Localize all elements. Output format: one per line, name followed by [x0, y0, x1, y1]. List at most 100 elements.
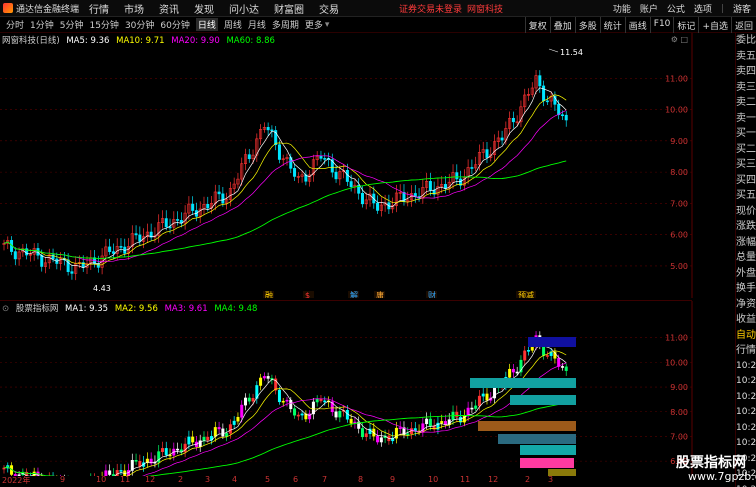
period-monthly[interactable]: 月线	[248, 18, 266, 31]
period-more[interactable]: 更多	[305, 18, 323, 31]
candle-body	[538, 75, 542, 87]
menu-item-news[interactable]: 资讯	[159, 1, 179, 16]
more-chevron-icon[interactable]: ▾	[325, 20, 330, 30]
quote-label[interactable]: 行情	[736, 343, 756, 359]
candle-body	[428, 181, 432, 191]
formula-menu[interactable]: 公式	[667, 2, 685, 15]
kline-panel[interactable]: 11.00 10.00 9.00 8.00 7.00 6.00 5.00 11.54 4.43 融…	[0, 33, 693, 300]
candle-body	[398, 427, 402, 430]
event-marker[interactable]: 融	[265, 290, 273, 300]
tick-time: 10:27	[736, 360, 756, 371]
quote-row-label: 卖五	[736, 50, 756, 62]
date-tick: 6	[293, 475, 299, 484]
quote-row-label: 卖四	[736, 66, 756, 77]
date-tick: 9	[60, 475, 66, 484]
date-tick: 2	[525, 475, 531, 484]
candle-body	[40, 254, 44, 267]
moving-average-line	[3, 110, 567, 262]
candle-body	[455, 172, 459, 180]
price-axis-label: 8.00	[670, 168, 688, 177]
tick-time: 10:27	[736, 422, 756, 433]
login-warning[interactable]: 证券交易未登录	[399, 2, 462, 15]
chip-distribution-bar	[470, 378, 576, 388]
guest-user[interactable]: 游客	[733, 2, 751, 15]
stats-button[interactable]: 统计	[599, 17, 625, 33]
menu-item-market[interactable]: 市场	[124, 1, 144, 16]
candle-body	[300, 413, 304, 416]
event-marker[interactable]: $	[305, 291, 310, 300]
mark-button[interactable]: 标记	[673, 17, 698, 33]
candle-body	[138, 460, 142, 467]
ind-ma1-label: MA1: 9.35	[65, 304, 109, 314]
back-button[interactable]: 返回	[730, 17, 756, 33]
add-watchlist-button[interactable]: +自选	[698, 17, 731, 33]
candle-body	[319, 155, 323, 159]
overlay-button[interactable]: 叠加	[549, 17, 575, 33]
price-axis-label: 7.00	[670, 199, 688, 208]
candle-body	[176, 219, 180, 221]
candle-body	[315, 398, 319, 403]
candle-body	[443, 421, 447, 425]
candle-body	[217, 191, 221, 195]
candle-body	[164, 448, 168, 456]
quote-row-label: 买一	[736, 128, 756, 139]
candle-body	[266, 127, 270, 131]
period-multi[interactable]: 多周期	[272, 18, 299, 31]
function-menu[interactable]: 功能	[613, 2, 631, 15]
f10-button[interactable]: F10	[649, 17, 674, 33]
main-chart-title: 网窗科技(日线)	[2, 36, 60, 46]
candle-body	[564, 366, 568, 371]
settings-gear-icon[interactable]: ⚙	[671, 35, 678, 44]
quote-row-label: 买二	[736, 143, 756, 155]
period-5min[interactable]: 5分钟	[60, 18, 84, 31]
candle-body	[323, 158, 327, 160]
close-indicator-icon[interactable]: ⊙	[2, 304, 9, 314]
date-tick: 7	[322, 475, 328, 484]
menu-item-wealth[interactable]: 财富圈	[274, 1, 304, 16]
menu-item-ask[interactable]: 问小达	[229, 1, 259, 16]
account-menu[interactable]: 账户	[640, 2, 658, 15]
multi-stock-button[interactable]: 多股	[574, 17, 600, 33]
adjust-button[interactable]: 复权	[524, 17, 550, 33]
date-tick: 9	[390, 475, 396, 484]
period-daily[interactable]: 日线	[195, 18, 218, 31]
indicator-chart[interactable]: 11.0010.009.008.007.006.00	[0, 301, 735, 487]
menu-item-discover[interactable]: 发现	[194, 1, 214, 16]
quote-column: 委比 卖五 卖四 卖三 卖二 卖一 买一 买二 买三 买四 买五 现价 涨跌 涨幅 总量 外盘 换手 净资 收益 自…	[735, 33, 756, 487]
auto-label[interactable]: 自动	[736, 328, 756, 344]
options-menu[interactable]: 选项	[694, 2, 712, 15]
period-30min[interactable]: 30分钟	[125, 18, 154, 31]
kline-chart[interactable]: 11.00 10.00 9.00 8.00 7.00 6.00 5.00 11.54 4.43 融…	[0, 33, 735, 300]
candle-body	[349, 418, 353, 424]
date-tick: 2	[178, 475, 184, 484]
maximize-icon[interactable]: □	[680, 35, 688, 44]
chip-distribution-bar	[498, 434, 576, 444]
candle-body	[557, 357, 561, 367]
brand-link[interactable]: 网窗科技	[467, 2, 503, 15]
event-marker[interactable]: 预减	[518, 290, 534, 300]
high-price-annotation: 11.54	[560, 48, 583, 57]
tick-time: 10:27	[736, 483, 756, 487]
candle-body	[481, 393, 485, 397]
period-timeshare[interactable]: 分时	[6, 18, 24, 31]
event-marker[interactable]: 财	[428, 290, 436, 300]
ma10-label: MA10: 9.71	[116, 36, 165, 46]
event-marker[interactable]: 庸	[376, 290, 384, 300]
price-axis-label: 10.00	[665, 106, 688, 115]
period-1min[interactable]: 1分钟	[30, 18, 54, 31]
price-axis-label: 7.00	[670, 432, 688, 441]
menu-item-quotes[interactable]: 行情	[89, 1, 109, 16]
draw-line-button[interactable]: 画线	[624, 17, 650, 33]
date-tick: 12	[488, 475, 499, 484]
candle-body	[470, 167, 474, 169]
candle-body	[319, 398, 323, 402]
period-15min[interactable]: 15分钟	[89, 18, 118, 31]
candle-body	[111, 251, 115, 254]
event-marker[interactable]: 解	[350, 290, 358, 300]
main-legend: 网窗科技(日线) MA5: 9.36 MA10: 9.71 MA20: 9.90…	[2, 34, 279, 46]
period-60min[interactable]: 60分钟	[160, 18, 189, 31]
period-weekly[interactable]: 周线	[224, 18, 242, 31]
indicator-panel[interactable]: 11.00 10.00 9.00 8.00 7.00 6.00 ⊙ 股票指标网 MA1: …	[0, 300, 693, 487]
menu-item-trade[interactable]: 交易	[319, 1, 339, 16]
candle-body	[440, 421, 444, 424]
